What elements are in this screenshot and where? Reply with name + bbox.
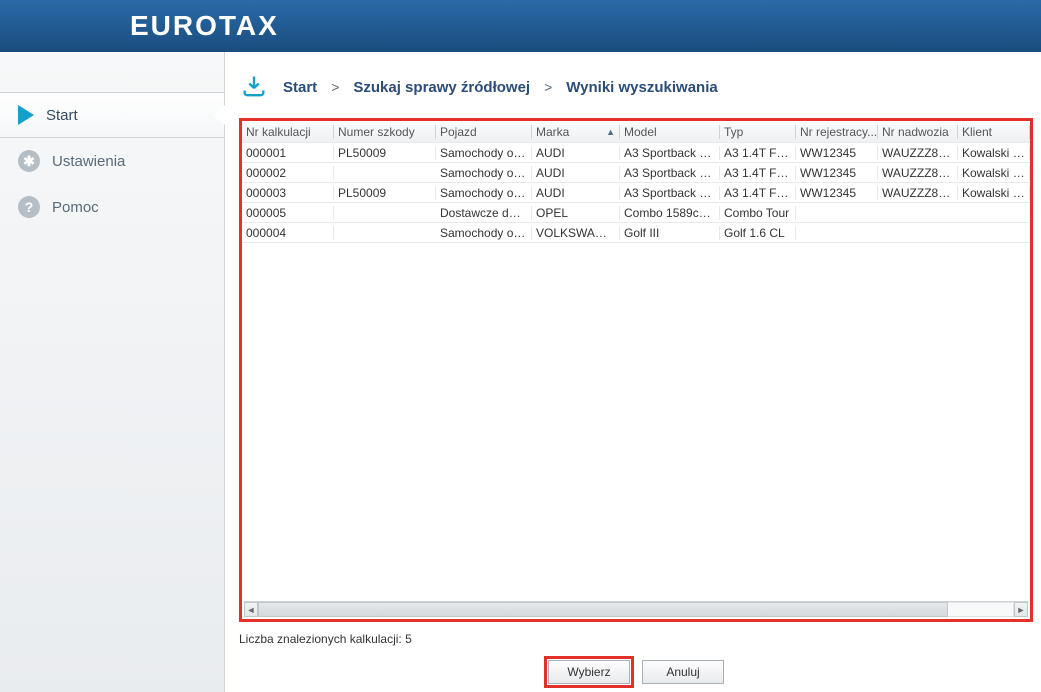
table-cell: 000004 [242, 226, 334, 240]
main-content: Start > Szukaj sprawy źródłowej > Wyniki… [225, 52, 1041, 692]
sidebar-item-label: Ustawienia [52, 153, 125, 170]
table-cell: 000002 [242, 166, 334, 180]
column-header[interactable]: Nr kalkulacji [242, 125, 334, 139]
table-cell: Samochody oso... [436, 146, 532, 160]
table-cell: A3 Sportback 04-08 [620, 166, 720, 180]
scroll-left-icon[interactable]: ◄ [244, 602, 258, 617]
column-header[interactable]: Pojazd [436, 125, 532, 139]
sidebar: Start ✱ Ustawienia ? Pomoc [0, 52, 225, 692]
table-cell: WAUZZZ8979... [878, 186, 958, 200]
sidebar-item-start[interactable]: Start [0, 92, 224, 138]
column-header[interactable]: Nr rejestracy... [796, 125, 878, 139]
table-cell: Kowalski Janu [958, 186, 1030, 200]
empty-space [242, 243, 1030, 599]
table-cell: OPEL [532, 206, 620, 220]
download-icon [239, 72, 269, 102]
table-cell: WW12345 [796, 186, 878, 200]
table-cell: Golf 1.6 CL [720, 226, 796, 240]
play-icon [18, 105, 34, 125]
chevron-right-icon: > [331, 79, 339, 95]
table-row[interactable]: 000003PL50009Samochody oso...AUDIA3 Spor… [242, 183, 1030, 203]
column-header[interactable]: Numer szkody [334, 125, 436, 139]
sidebar-item-label: Pomoc [52, 199, 99, 216]
table-cell: VOLKSWAGEN [532, 226, 620, 240]
table-cell: A3 Sportback 04-08 [620, 146, 720, 160]
table-cell: WAUZZZ8979... [878, 166, 958, 180]
brand-logo: EUROTAX [130, 10, 279, 42]
table-cell: Samochody oso... [436, 166, 532, 180]
table-cell: WW12345 [796, 146, 878, 160]
chevron-right-icon: > [544, 79, 552, 95]
breadcrumb-item[interactable]: Szukaj sprawy źródłowej [353, 79, 530, 96]
column-header[interactable]: Typ [720, 125, 796, 139]
gear-icon: ✱ [18, 150, 40, 172]
table-cell: PL50009 [334, 146, 436, 160]
table-row[interactable]: 000004 Samochody oso...VOLKSWAGENGolf III… [242, 223, 1030, 243]
table-header-row: Nr kalkulacji Numer szkody Pojazd Marka▲… [242, 121, 1030, 143]
app-header: EUROTAX [0, 0, 1041, 52]
table-cell: A3 Sportback 04-08 [620, 186, 720, 200]
scroll-right-icon[interactable]: ► [1014, 602, 1028, 617]
table-cell: WW12345 [796, 166, 878, 180]
table-cell: Samochody oso... [436, 186, 532, 200]
sidebar-item-settings[interactable]: ✱ Ustawienia [0, 138, 224, 184]
results-table: Nr kalkulacji Numer szkody Pojazd Marka▲… [242, 121, 1030, 243]
table-cell: A3 1.4T FS... [720, 186, 796, 200]
table-cell: 000005 [242, 206, 334, 220]
breadcrumb-item[interactable]: Start [283, 79, 317, 96]
table-cell: A3 1.4T FS... [720, 146, 796, 160]
table-cell: PL50009 [334, 186, 436, 200]
table-row[interactable]: 000002 Samochody oso...AUDIA3 Sportback 0… [242, 163, 1030, 183]
breadcrumb-item: Wyniki wyszukiwania [566, 79, 717, 96]
select-button[interactable]: Wybierz [548, 660, 630, 684]
result-count: Liczba znalezionych kalkulacji: 5 [239, 632, 1033, 646]
table-cell: 000001 [242, 146, 334, 160]
table-cell: WAUZZZ8979... [878, 146, 958, 160]
table-row[interactable]: 000005 Dostawcze do 3...OPELCombo 1589ccm… [242, 203, 1030, 223]
action-bar: Wybierz Anuluj [239, 660, 1033, 684]
table-cell: Dostawcze do 3... [436, 206, 532, 220]
table-cell: AUDI [532, 166, 620, 180]
horizontal-scrollbar[interactable]: ◄ ► [244, 601, 1028, 617]
table-cell: Combo 1589ccm ... [620, 206, 720, 220]
cancel-button[interactable]: Anuluj [642, 660, 724, 684]
table-cell: AUDI [532, 186, 620, 200]
sidebar-item-help[interactable]: ? Pomoc [0, 184, 224, 230]
column-header[interactable]: Klient [958, 125, 1030, 139]
column-header-sorted[interactable]: Marka▲ [532, 125, 620, 139]
column-header[interactable]: Model [620, 125, 720, 139]
breadcrumb: Start > Szukaj sprawy źródłowej > Wyniki… [239, 72, 1033, 102]
scrollbar-thumb[interactable] [258, 602, 948, 617]
results-table-container: Nr kalkulacji Numer szkody Pojazd Marka▲… [239, 118, 1033, 622]
table-cell: Combo Tour [720, 206, 796, 220]
table-cell: AUDI [532, 146, 620, 160]
table-cell: Kowalski Janu [958, 166, 1030, 180]
sidebar-item-label: Start [46, 107, 78, 124]
table-cell: Kowalski Janu [958, 146, 1030, 160]
table-cell: Samochody oso... [436, 226, 532, 240]
help-icon: ? [18, 196, 40, 218]
table-cell: 000003 [242, 186, 334, 200]
table-row[interactable]: 000001PL50009Samochody oso...AUDIA3 Spor… [242, 143, 1030, 163]
table-cell: Golf III [620, 226, 720, 240]
table-cell: A3 1.4T FS... [720, 166, 796, 180]
column-header[interactable]: Nr nadwozia [878, 125, 958, 139]
sort-asc-icon: ▲ [606, 127, 615, 137]
